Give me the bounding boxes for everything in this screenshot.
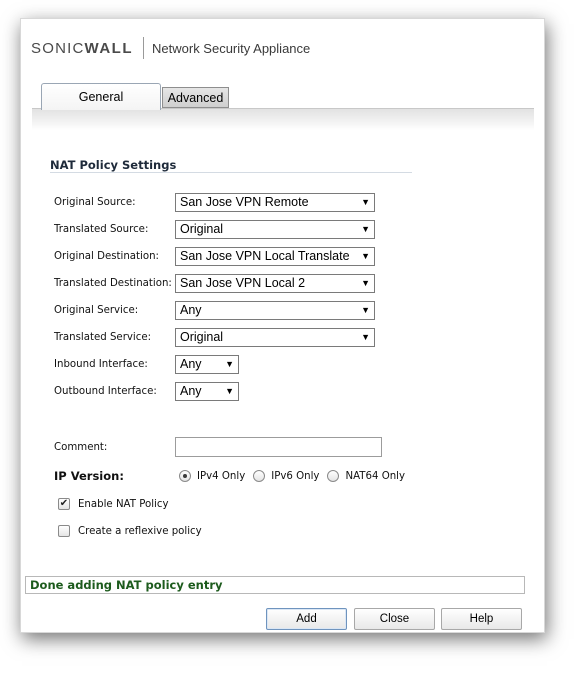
row-comment: Comment: [54, 437, 382, 457]
status-bar: Done adding NAT policy entry [25, 576, 525, 594]
translated-destination-value: San Jose VPN Local 2 [180, 276, 306, 290]
chevron-down-icon: ▼ [361, 224, 370, 234]
original-destination-select[interactable]: San Jose VPN Local Translate ▼ [175, 247, 375, 266]
tab-general[interactable]: General [41, 83, 161, 110]
reflexive-policy-label: Create a reflexive policy [78, 525, 202, 537]
row-original-source: Original Source: San Jose VPN Remote ▼ [54, 193, 375, 212]
section-divider [50, 172, 412, 173]
original-source-select[interactable]: San Jose VPN Remote ▼ [175, 193, 375, 212]
row-translated-service: Translated Service: Original ▼ [54, 328, 375, 347]
outbound-interface-label: Outbound Interface: [54, 386, 157, 397]
translated-service-label: Translated Service: [54, 332, 152, 343]
translated-destination-label: Translated Destination: [54, 278, 172, 289]
section-title: NAT Policy Settings [50, 158, 177, 172]
radio-ipv6-only[interactable] [253, 470, 266, 482]
original-source-value: San Jose VPN Remote [180, 195, 309, 209]
ip-version-label: IP Version: [54, 469, 124, 483]
header-divider [143, 37, 145, 59]
original-destination-value: San Jose VPN Local Translate [180, 249, 350, 263]
radio-nat64-only[interactable] [327, 470, 340, 482]
ipv4-only-label: IPv4 Only [197, 470, 246, 482]
original-service-select[interactable]: Any ▼ [175, 301, 375, 320]
row-translated-source: Translated Source: Original ▼ [54, 220, 375, 239]
inbound-interface-value: Any [180, 357, 202, 371]
translated-service-select[interactable]: Original ▼ [175, 328, 375, 347]
outbound-interface-select[interactable]: Any ▼ [175, 382, 239, 401]
chevron-down-icon: ▼ [361, 197, 370, 207]
translated-source-label: Translated Source: [54, 224, 149, 235]
translated-source-value: Original [180, 222, 224, 236]
enable-nat-row: ✔ Enable NAT Policy [58, 496, 169, 512]
nat64-only-label: NAT64 Only [345, 470, 406, 482]
inbound-interface-label: Inbound Interface: [54, 359, 148, 370]
product-name: Network Security Appliance [152, 40, 311, 56]
reflexive-policy-checkbox[interactable] [58, 525, 70, 537]
chevron-down-icon: ▼ [225, 359, 234, 369]
radio-ipv4-only[interactable] [179, 470, 191, 482]
enable-nat-label: Enable NAT Policy [78, 498, 169, 510]
original-service-value: Any [180, 303, 202, 317]
inbound-interface-select[interactable]: Any ▼ [175, 355, 239, 374]
help-button[interactable]: Help [441, 608, 522, 630]
tab-advanced[interactable]: Advanced [162, 87, 229, 108]
dialog-header: SONICWALL Network Security Appliance [31, 37, 310, 59]
close-button[interactable]: Close [354, 608, 435, 630]
logo-text-sonic: SONIC [31, 39, 85, 57]
reflexive-row: Create a reflexive policy [58, 523, 202, 539]
add-button[interactable]: Add [266, 608, 347, 630]
row-outbound-interface: Outbound Interface: Any ▼ [54, 382, 239, 401]
sonicwall-logo: SONICWALL [31, 40, 133, 57]
chevron-down-icon: ▼ [225, 386, 234, 396]
row-original-service: Original Service: Any ▼ [54, 301, 375, 320]
translated-destination-select[interactable]: San Jose VPN Local 2 ▼ [175, 274, 375, 293]
translated-service-value: Original [180, 330, 224, 344]
comment-label: Comment: [54, 441, 108, 453]
chevron-down-icon: ▼ [361, 251, 370, 261]
chevron-down-icon: ▼ [361, 278, 370, 288]
outbound-interface-value: Any [180, 384, 202, 398]
ipv6-only-label: IPv6 Only [271, 470, 320, 482]
row-translated-destination: Translated Destination: San Jose VPN Loc… [54, 274, 375, 293]
translated-source-select[interactable]: Original ▼ [175, 220, 375, 239]
nat-policy-dialog: SONICWALL Network Security Appliance Gen… [20, 18, 545, 633]
comment-input[interactable] [175, 437, 382, 457]
row-original-destination: Original Destination: San Jose VPN Local… [54, 247, 375, 266]
original-service-label: Original Service: [54, 305, 139, 316]
logo-text-wall: WALL [84, 39, 134, 57]
ip-version-group: IP Version: IPv4 Only IPv6 Only NAT64 On… [54, 467, 413, 485]
original-source-label: Original Source: [54, 197, 136, 208]
chevron-down-icon: ▼ [361, 332, 370, 342]
tab-panel-strip [32, 108, 534, 130]
original-destination-label: Original Destination: [54, 251, 159, 262]
enable-nat-checkbox[interactable]: ✔ [58, 498, 70, 510]
chevron-down-icon: ▼ [361, 305, 370, 315]
row-inbound-interface: Inbound Interface: Any ▼ [54, 355, 239, 374]
